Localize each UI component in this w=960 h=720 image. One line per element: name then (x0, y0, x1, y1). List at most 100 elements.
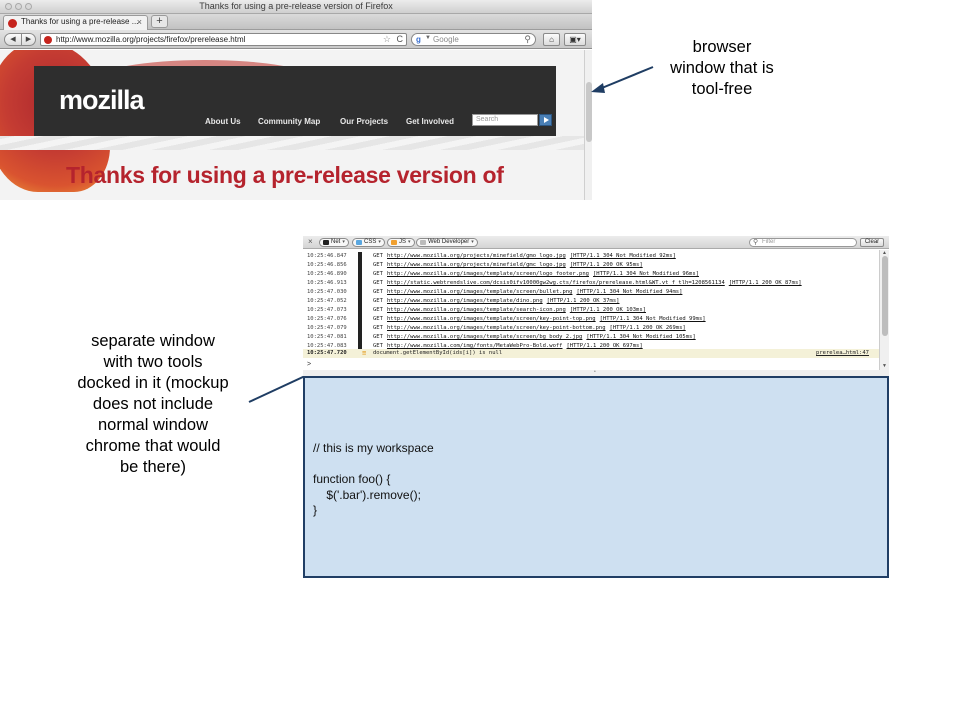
tab-close-icon[interactable]: × (137, 17, 142, 27)
log-status-link[interactable]: [HTTP/1.1 200 OK 37ms] (547, 298, 620, 304)
net-category-bar (358, 324, 362, 333)
annotation-line: browser (692, 38, 752, 56)
workspace-code[interactable]: // this is my workspace function foo() {… (313, 441, 434, 519)
log-url-link[interactable]: http://www.mozilla.org/images/template/s… (387, 334, 582, 340)
url-bar[interactable]: http://www.mozilla.org/projects/firefox/… (40, 33, 407, 46)
back-button[interactable]: ◀ (4, 33, 22, 46)
log-row: 10:25:47.079 GET http://www.mozilla.org/im… (303, 324, 879, 333)
annotation-line: window that is (670, 59, 774, 77)
filter-js-button[interactable]: JS ▾ (387, 238, 415, 247)
page-scrollbar-thumb[interactable] (586, 82, 592, 142)
error-source-link[interactable]: prerelea…html:47 (816, 349, 869, 358)
log-url-link[interactable]: http://www.mozilla.org/images/template/d… (387, 298, 543, 304)
log-url-link[interactable]: http://www.mozilla.org/images/template/s… (387, 307, 566, 313)
console-scrollbar[interactable]: ▲ ▼ (879, 250, 889, 370)
site-search-go-button[interactable] (539, 114, 552, 126)
log-status-link[interactable]: [HTTP/1.1 200 OK 269ms] (610, 325, 686, 331)
log-method: GET (373, 289, 383, 295)
log-request: http://www.mozilla.org/images/template/s… (387, 306, 646, 315)
log-request: http://static.webtrendslive.com/dcsis0if… (387, 279, 802, 288)
console-input-line[interactable]: > (303, 360, 879, 370)
annotation-line: chrome that would (85, 437, 221, 455)
log-timestamp: 10:25:47.079 (307, 325, 347, 331)
console-filter-input[interactable]: ⚲ Filter (749, 238, 857, 247)
log-request: http://www.mozilla.org/images/template/s… (387, 288, 682, 297)
console-close-icon[interactable]: × (308, 237, 313, 246)
log-status-link[interactable]: [HTTP/1.1 304 Not Modified 94ms] (576, 289, 682, 295)
site-identity-icon[interactable] (44, 36, 52, 44)
log-row: 10:25:46.890 GET http://www.mozilla.org/im… (303, 270, 879, 279)
console-error-row: 10:25:47.720 ≡ document.getElementById(i… (303, 349, 879, 358)
log-status-link[interactable]: [HTTP/1.1 200 OK 103ms] (570, 307, 646, 313)
log-status-link[interactable]: [HTTP/1.1 200 OK 95ms] (570, 262, 643, 268)
log-row: 10:25:47.081 GET http://www.mozilla.org/im… (303, 333, 879, 342)
annotation-line: be there) (119, 458, 187, 476)
js-icon (391, 240, 397, 245)
net-category-bar (358, 297, 362, 306)
net-category-bar (358, 333, 362, 342)
log-status-link[interactable]: [HTTP/1.1 304 Not Modified 92ms] (570, 253, 676, 259)
log-method: GET (373, 298, 383, 304)
workspace-editor[interactable]: // this is my workspace function foo() {… (303, 376, 889, 578)
log-url-link[interactable]: http://www.mozilla.org/projects/minefiel… (387, 262, 566, 268)
error-marker-icon: ≡ (362, 349, 367, 357)
net-category-bar (358, 279, 362, 288)
filter-label: Net (331, 239, 341, 245)
filter-label: Web Developer (428, 239, 470, 245)
mozilla-logo[interactable]: mozilla (59, 85, 145, 116)
log-timestamp: 10:25:46.856 (307, 262, 347, 268)
scroll-down-icon[interactable]: ▼ (882, 363, 887, 369)
log-status-link[interactable]: [HTTP/1.1 304 Not Modified 105ms] (586, 334, 695, 340)
nav-community-map[interactable]: Community Map (258, 117, 320, 126)
engine-dropdown-icon[interactable]: ▼ (425, 35, 431, 41)
splitter-grip-icon[interactable]: • (594, 370, 598, 375)
log-request: http://www.mozilla.org/images/template/s… (387, 270, 699, 279)
console-clear-button[interactable]: Clear (860, 238, 884, 247)
log-timestamp: 10:25:47.052 (307, 298, 347, 304)
google-engine-icon[interactable]: g (416, 35, 421, 44)
home-button[interactable]: ⌂ (543, 33, 560, 46)
nav-our-projects[interactable]: Our Projects (340, 117, 388, 126)
page-menu-button[interactable]: ▣▾ (564, 33, 586, 46)
nav-about-us[interactable]: About Us (205, 117, 241, 126)
log-url-link[interactable]: http://www.mozilla.org/images/template/s… (387, 325, 606, 331)
mozilla-header: mozilla About Us Community Map Our Proje… (34, 66, 556, 136)
search-bar[interactable]: g ▼ Google ⚲ (411, 33, 536, 46)
reload-icon[interactable]: C (397, 34, 404, 44)
forward-button[interactable]: ▶ (22, 33, 36, 46)
tab-strip: Thanks for using a pre-release ... × + (0, 14, 592, 30)
log-url-link[interactable]: http://www.mozilla.org/images/template/s… (387, 271, 589, 277)
webdev-icon (420, 240, 426, 245)
console-toolbar: × Net ▾ CSS ▾ JS ▾ Web Developer ▾ ⚲ Filter … (303, 236, 889, 249)
log-status-link[interactable]: [HTTP/1.1 304 Not Modified 99ms] (600, 316, 706, 322)
log-timestamp: 10:25:47.073 (307, 307, 347, 313)
log-url-link[interactable]: http://www.mozilla.org/images/template/s… (387, 316, 596, 322)
nav-get-involved[interactable]: Get Involved (406, 117, 454, 126)
console-scrollbar-thumb[interactable] (882, 256, 888, 336)
annotation-line: normal window (97, 416, 209, 434)
bookmark-star-icon[interactable]: ☆ (383, 34, 391, 45)
log-method: GET (373, 334, 383, 340)
site-search-input[interactable]: Search (472, 114, 538, 126)
filter-net-button[interactable]: Net ▾ (319, 238, 349, 247)
log-request: http://www.mozilla.org/images/template/d… (387, 297, 620, 306)
search-magnifier-icon[interactable]: ⚲ (524, 34, 531, 45)
page-scrollbar[interactable] (584, 50, 592, 200)
log-method: GET (373, 325, 383, 331)
new-tab-button[interactable]: + (151, 15, 168, 28)
log-timestamp: 10:25:46.890 (307, 271, 347, 277)
log-url-link[interactable]: http://www.mozilla.org/projects/minefiel… (387, 253, 566, 259)
log-url-link[interactable]: http://www.mozilla.org/images/template/s… (387, 289, 572, 295)
arrowhead-browser (591, 83, 605, 93)
log-status-link[interactable]: [HTTP/1.1 304 Not Modified 96ms] (593, 271, 699, 277)
tab-active[interactable]: Thanks for using a pre-release ... × (3, 15, 148, 30)
log-row: 10:25:47.052 GET http://www.mozilla.org/im… (303, 297, 879, 306)
filter-webdev-button[interactable]: Web Developer ▾ (416, 238, 478, 247)
console-output: 10:25:46.847 GET http://www.mozilla.org/pr… (303, 250, 879, 364)
log-method: GET (373, 280, 383, 286)
page-content: mozilla About Us Community Map Our Proje… (0, 50, 584, 200)
log-url-link[interactable]: http://static.webtrendslive.com/dcsis0if… (387, 280, 725, 286)
firefox-favicon-icon (8, 19, 17, 28)
filter-css-button[interactable]: CSS ▾ (352, 238, 385, 247)
log-status-link[interactable]: [HTTP/1.1 200 OK 87ms] (729, 280, 802, 286)
